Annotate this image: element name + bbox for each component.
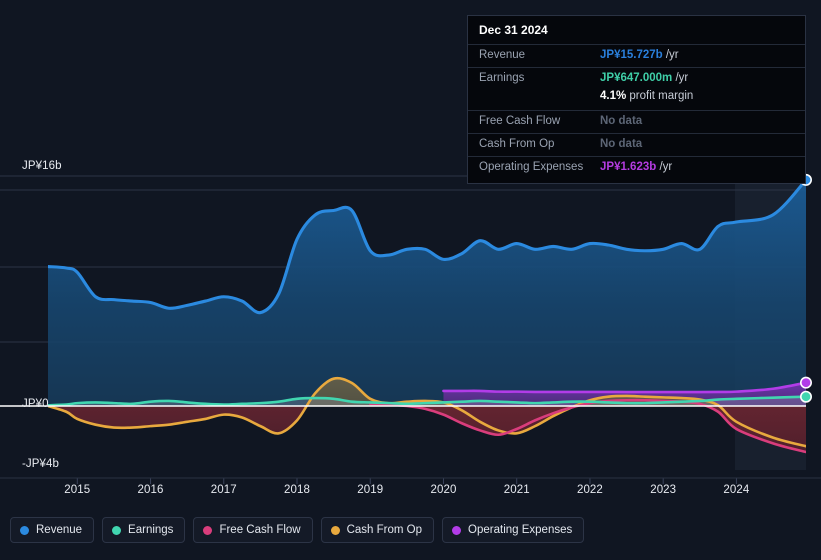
tooltip-row-amount: JP¥647.000m [600, 72, 673, 85]
legend-item-label: Earnings [128, 524, 174, 536]
y-axis-label-bottom: -JP¥4b [22, 458, 60, 470]
x-axis-tick-2021: 2021 [503, 484, 530, 496]
tooltip-row-unit: /yr [656, 161, 673, 174]
tooltip-row-value: JP¥1.623b /yr [600, 161, 672, 174]
legend-color-swatch-icon [20, 525, 29, 535]
tooltip-row-value: JP¥15.727b /yr [600, 49, 679, 62]
tooltip-row-label: Operating Expenses [479, 161, 584, 174]
legend-color-swatch-icon [112, 525, 122, 535]
tooltip-title: Dec 31 2024 [479, 23, 548, 37]
earnings-endpoint-marker [799, 390, 812, 403]
legend-item-label: Revenue [36, 524, 83, 536]
x-axis-tick-2020: 2020 [430, 484, 457, 496]
legend-item-cash-from-op[interactable]: Cash From Op [320, 517, 435, 543]
tooltip-row: Free Cash Flow No data [468, 109, 805, 133]
legend-item-operating-expenses[interactable]: Operating Expenses [442, 517, 585, 543]
x-axis-tick-2017: 2017 [210, 484, 237, 496]
tooltip-row: Operating Expenses JP¥1.623b /yr [468, 156, 805, 179]
x-axis-tick-2018: 2018 [284, 484, 310, 496]
legend-item-revenue[interactable]: Revenue [10, 517, 95, 543]
tooltip-row-amount: 4.1% [600, 90, 627, 103]
y-axis-label-top: JP¥16b [22, 160, 62, 172]
legend-item-label: Operating Expenses [468, 524, 573, 536]
x-axis-tick-2024: 2024 [723, 484, 750, 496]
x-axis-tick-2015: 2015 [64, 484, 91, 496]
tooltip-row-label: Cash From Op [479, 137, 555, 150]
x-axis-tick-2016: 2016 [137, 484, 164, 496]
legend-item-free-cash-flow[interactable]: Free Cash Flow [193, 517, 313, 543]
tooltip-row-value: JP¥647.000m /yr [600, 72, 688, 85]
tooltip-row: Revenue JP¥15.727b /yr [468, 44, 805, 67]
tooltip-rows: Revenue JP¥15.727b /yr Earnings JP¥647.000m… [468, 44, 805, 179]
tooltip-row-value: No data [600, 138, 642, 151]
legend-color-swatch-icon [330, 525, 340, 535]
tooltip-row-amount: JP¥15.727b [600, 49, 663, 61]
tooltip-row-label: Revenue [479, 49, 526, 61]
legend-color-swatch-icon [452, 525, 462, 535]
tooltip-row-unit: /yr [662, 49, 679, 61]
tooltip-row: Earnings JP¥647.000m /yr [468, 67, 805, 90]
tooltip-row-unit: /yr [672, 72, 689, 85]
tooltip-row-label: Earnings [479, 72, 525, 85]
tooltip-row: Cash From Op No data [468, 132, 805, 156]
chart-legend[interactable]: Revenue Earnings Free Cash Flow Cash From O… [10, 517, 585, 543]
x-axis-tick-2019: 2019 [357, 484, 384, 496]
tooltip-row-amount: No data [600, 137, 643, 150]
tooltip-row: 4.1% profit margin [468, 90, 805, 109]
tooltip-row-amount: JP¥1.623b [600, 161, 657, 174]
tooltip-row-label: Free Cash Flow [479, 114, 561, 127]
x-axis-tick-2022: 2022 [576, 484, 603, 496]
tooltip-row-value: No data [600, 115, 642, 128]
operating-expenses-endpoint-marker [799, 376, 812, 389]
tooltip-row-value: 4.1% profit margin [600, 90, 693, 103]
legend-item-label: Cash From Op [346, 524, 423, 536]
y-axis-label-zero: JP¥0 [22, 398, 49, 410]
data-tooltip: Dec 31 2024 Revenue JP¥15.727b /yr Earning… [467, 15, 806, 185]
legend-item-label: Free Cash Flow [219, 524, 301, 536]
chart-screen: JP¥16b JP¥0 -JP¥4b 2015 2016 2017 2018 2019 2… [0, 0, 821, 560]
x-axis-tick-2023: 2023 [650, 484, 677, 496]
tooltip-row-unit: profit margin [626, 90, 694, 103]
tooltip-row-amount: No data [600, 114, 643, 127]
legend-item-earnings[interactable]: Earnings [102, 517, 186, 543]
legend-color-swatch-icon [203, 525, 213, 535]
